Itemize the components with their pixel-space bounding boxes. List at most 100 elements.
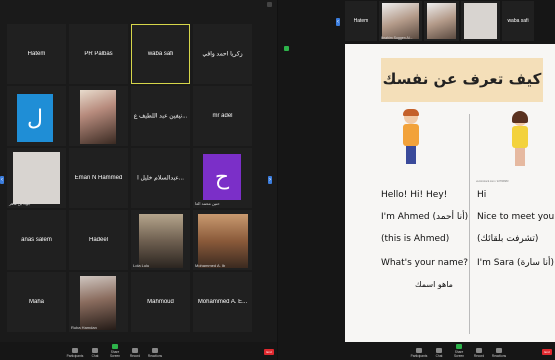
participant-name: Hadeel: [88, 237, 108, 243]
participant-tile[interactable]: ح حنين محمد العا: [193, 148, 252, 208]
participant-name: Maha: [28, 299, 44, 305]
participant-tile[interactable]: Lola Lulu: [131, 210, 190, 270]
participant-name: Mahmoud: [147, 299, 174, 305]
participant-name: Mohammed A. E...: [197, 299, 248, 305]
video-feed: [13, 152, 60, 204]
participant-name: PR Palbas: [84, 51, 113, 57]
participant-name: نيفين عبد اللطيف ع...: [133, 113, 188, 120]
reactions-icon: [496, 348, 502, 353]
dialogue-line: I'm Ahmed (أنا أحمد): [381, 212, 469, 222]
participant-thumbnail[interactable]: Ibrahim Suggen Al...: [379, 1, 422, 41]
participant-tile[interactable]: Eman N Hammed: [69, 148, 128, 208]
participant-name: mr adel: [212, 113, 233, 119]
share-screen-button[interactable]: Share Screen: [450, 344, 468, 358]
participant-thumbnail[interactable]: [461, 1, 500, 41]
participant-tile[interactable]: زكريا احمد وافي: [193, 24, 252, 84]
chat-icon: [92, 348, 98, 353]
record-button[interactable]: Record: [126, 348, 144, 358]
share-screen-icon: [456, 344, 462, 349]
participant-name: Ibrahim Suggen Al...: [381, 36, 413, 40]
participants-icon: [72, 348, 78, 353]
image-credit: vectorstock.com / 22766683: [476, 180, 509, 183]
participant-name: زكريا احمد وافي: [202, 51, 243, 58]
participant-name: جواد بن ماهر: [9, 201, 31, 206]
participant-name: waba safi: [147, 51, 174, 57]
participant-tile[interactable]: عبدالسلام خليل ا...: [131, 148, 190, 208]
video-feed: [139, 214, 183, 268]
participant-name: عبدالسلام خليل ا...: [137, 175, 184, 182]
participant-tile[interactable]: Maha: [7, 272, 66, 332]
video-feed: [198, 214, 248, 268]
participant-name: Lola Lulu: [133, 263, 150, 268]
participant-name: anas salem: [21, 237, 52, 243]
participant-name: حنين محمد العا: [195, 201, 220, 206]
participant-tile[interactable]: Mohammed A. Ib: [193, 210, 252, 270]
participants-button[interactable]: Participants: [66, 348, 84, 358]
participant-tile[interactable]: Mohammed A. E...: [193, 272, 252, 332]
participant-tile[interactable]: Hatem: [7, 24, 66, 84]
video-feed: [80, 90, 116, 144]
share-screen-icon: [112, 344, 118, 349]
participant-tile[interactable]: mr adel: [193, 86, 252, 146]
end-meeting-button[interactable]: End: [264, 349, 274, 355]
dialogue-line: (تشرفت بلقائك): [477, 234, 539, 244]
end-meeting-button[interactable]: End: [542, 349, 552, 355]
video-feed: [427, 3, 456, 39]
chat-button[interactable]: Chat: [86, 348, 104, 358]
participants-button[interactable]: Participants: [410, 348, 428, 358]
thumb-prev-arrow-icon[interactable]: ‹: [336, 18, 340, 26]
participant-thumbnail[interactable]: Hatem: [345, 1, 377, 41]
dialogue-line: Nice to meet you.: [477, 212, 555, 222]
next-page-arrow-icon[interactable]: ›: [268, 176, 272, 184]
dialogue-line: I'm Sara (أنا سارة): [477, 258, 555, 268]
participant-name: Hatem: [27, 51, 46, 57]
video-feed: [464, 3, 497, 39]
participant-tile[interactable]: Mahmoud: [131, 272, 190, 332]
participant-name: Hatem: [353, 18, 369, 24]
boy-illustration: [401, 109, 421, 170]
participant-name: Ruba Hamdan: [71, 325, 97, 330]
participant-tile[interactable]: PR Palbas: [69, 24, 128, 84]
participant-name: waba safi: [507, 18, 529, 24]
participant-name: Mohammed A. Ib: [195, 263, 226, 268]
participant-thumbnail[interactable]: [424, 1, 459, 41]
chat-button[interactable]: Chat: [430, 348, 448, 358]
prev-page-arrow-icon[interactable]: ‹: [0, 176, 4, 184]
participant-tile[interactable]: ل: [7, 86, 66, 146]
avatar: ل: [17, 94, 53, 142]
participant-name: Eman N Hammed: [74, 175, 123, 181]
dialogue-line: ماهو اسمك: [415, 280, 453, 289]
dialogue-line: What's your name?: [381, 258, 469, 268]
record-icon: [132, 348, 138, 353]
reactions-icon: [152, 348, 158, 353]
left-meeting-window: Hatem PR Palbas waba safi زكريا احمد وافي ل ن…: [0, 0, 277, 360]
mic-status-icon: [284, 46, 289, 51]
reactions-button[interactable]: Reactions: [490, 348, 508, 358]
participant-tile[interactable]: جواد بن ماهر: [7, 148, 66, 208]
participant-tile[interactable]: نيفين عبد اللطيف ع...: [131, 86, 190, 146]
reactions-button[interactable]: Reactions: [146, 348, 164, 358]
slide-title: كيف تعرف عن نفسك: [382, 70, 542, 88]
video-feed: [382, 3, 419, 39]
video-feed: [80, 276, 116, 330]
participant-tile[interactable]: anas salem: [7, 210, 66, 270]
dialogue-line: Hello! Hi! Hey!: [381, 190, 448, 200]
participant-gallery: Hatem PR Palbas waba safi زكريا احمد وافي ل ن…: [7, 24, 252, 332]
right-meeting-toolbar: Participants Chat Share Screen Record Re…: [278, 342, 555, 360]
dialogue-line: (this is Ahmed): [381, 234, 450, 244]
shared-slide: كيف تعرف عن نفسك vectorstock.com / 22766…: [345, 44, 555, 344]
participant-tile[interactable]: waba safi: [131, 24, 190, 84]
chat-icon: [436, 348, 442, 353]
record-button[interactable]: Record: [470, 348, 488, 358]
participant-tile[interactable]: Ruba Hamdan: [69, 272, 128, 332]
record-icon: [476, 348, 482, 353]
participant-tile[interactable]: [69, 86, 128, 146]
view-toggle-icon[interactable]: [267, 2, 272, 7]
slide-title-banner: كيف تعرف عن نفسك: [381, 58, 543, 102]
share-screen-button[interactable]: Share Screen: [106, 344, 124, 358]
participant-tile[interactable]: Hadeel: [69, 210, 128, 270]
participants-icon: [416, 348, 422, 353]
slide-divider: [469, 114, 470, 334]
left-meeting-toolbar: Participants Chat Share Screen Record Re…: [0, 342, 277, 360]
participant-thumbnail[interactable]: waba safi: [502, 1, 534, 41]
